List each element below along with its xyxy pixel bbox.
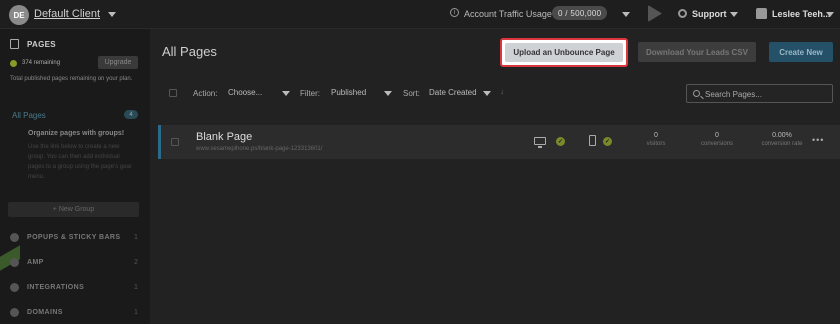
sort-select[interactable]: Date Created	[429, 88, 477, 97]
support-menu[interactable]: Support	[692, 9, 727, 19]
amp-icon	[10, 258, 19, 267]
page-title: All Pages	[162, 44, 217, 59]
sidebar-item-popups[interactable]: POPUPS & STICKY BARS 1	[0, 230, 150, 248]
pages-remaining-description: Total published pages remaining on your …	[10, 76, 133, 82]
sort-label: Sort:	[403, 89, 420, 98]
traffic-usage-badge: 0 / 500,000	[552, 6, 608, 20]
chevron-down-icon[interactable]	[108, 12, 116, 17]
check-icon: ✓	[603, 137, 612, 146]
upload-unbounce-page-button[interactable]: Upload an Unbounce Page	[505, 43, 623, 62]
table-row[interactable]: Blank Page www.sesameplhone.ps/blank-pag…	[158, 125, 840, 159]
check-icon: ✓	[556, 137, 565, 146]
sidebar-item-amp[interactable]: AMP 2	[0, 255, 150, 273]
action-label: Action:	[193, 89, 218, 98]
support-icon[interactable]	[678, 9, 687, 18]
conversions-stat: 0 conversions	[687, 132, 747, 147]
action-select[interactable]: Choose...	[228, 88, 262, 97]
page-url-link[interactable]: www.sesameplhone.ps/blank-page-123313601…	[196, 146, 322, 152]
chevron-down-icon[interactable]	[622, 12, 630, 17]
pages-icon	[10, 39, 19, 49]
domains-icon	[10, 308, 19, 317]
desktop-icon	[534, 137, 546, 148]
new-group-button[interactable]: + New Group	[8, 202, 139, 217]
chevron-down-icon[interactable]	[826, 12, 834, 17]
sidebar-item-count: 2	[134, 259, 138, 266]
all-pages-count-badge: 4	[124, 110, 138, 119]
filter-toolbar: Action: Choose... Filter: Published Sort…	[150, 81, 840, 103]
sidebar-item-label: POPUPS & STICKY BARS	[27, 234, 121, 241]
notifications-icon[interactable]	[648, 5, 662, 22]
sidebar-item-count: 1	[134, 284, 138, 291]
visitors-label: visitors	[646, 141, 666, 147]
integrations-icon	[10, 283, 19, 292]
search-input[interactable]	[705, 88, 825, 100]
popups-icon	[10, 233, 19, 242]
row-checkbox[interactable]	[171, 138, 179, 146]
chevron-down-icon[interactable]	[483, 91, 491, 96]
sidebar-item-count: 1	[134, 234, 138, 241]
conversions-label: conversions	[700, 141, 733, 147]
status-dot-icon	[10, 60, 17, 67]
conversion-rate-label: conversion rate	[761, 141, 803, 147]
user-icon[interactable]	[756, 8, 767, 19]
chevron-down-icon[interactable]	[384, 91, 392, 96]
organize-groups-description: Use the link below to create a new group…	[28, 144, 132, 180]
download-leads-button[interactable]: Download Your Leads CSV	[638, 42, 756, 62]
top-bar: DE Default Client i Account Traffic Usag…	[0, 0, 840, 29]
more-options-icon[interactable]: •••	[812, 135, 824, 145]
create-new-button[interactable]: Create New	[769, 42, 833, 62]
filter-label: Filter:	[300, 89, 320, 98]
conversion-rate-value: 0.00%	[772, 132, 792, 139]
select-all-checkbox[interactable]	[169, 89, 177, 97]
sidebar-item-all-pages[interactable]: All Pages	[12, 111, 46, 120]
organize-groups-title: Organize pages with groups!	[28, 130, 125, 137]
app-window: DE Default Client i Account Traffic Usag…	[0, 0, 840, 324]
chevron-down-icon[interactable]	[730, 12, 738, 17]
pages-remaining: 374 remaining	[22, 60, 61, 66]
page-name-link[interactable]: Blank Page	[196, 131, 252, 143]
upload-button-highlight: Upload an Unbounce Page	[500, 38, 628, 67]
search-icon	[693, 90, 700, 97]
user-menu[interactable]: Leslee Teeh...	[772, 9, 830, 19]
visitors-value: 0	[654, 132, 658, 139]
visitors-stat: 0 visitors	[626, 132, 686, 147]
sort-direction-icon[interactable]: ↓	[500, 87, 504, 96]
sidebar-item-domains[interactable]: DOMAINS 1	[0, 305, 150, 323]
upgrade-button[interactable]: Upgrade	[98, 56, 138, 69]
sidebar-item-integrations[interactable]: INTEGRATIONS 1	[0, 280, 150, 298]
traffic-usage-label: Account Traffic Usage	[464, 9, 552, 19]
sidebar-item-count: 1	[134, 309, 138, 316]
conversions-value: 0	[715, 132, 719, 139]
sidebar: PAGES 374 remaining Upgrade Total publis…	[0, 29, 150, 324]
sidebar-item-label: DOMAINS	[27, 309, 63, 316]
main-content: All Pages Upload an Unbounce Page Downlo…	[150, 29, 840, 324]
mobile-icon	[589, 135, 596, 146]
search-box	[686, 84, 833, 103]
conversion-rate-stat: 0.00% conversion rate	[751, 132, 813, 147]
chevron-down-icon[interactable]	[282, 91, 290, 96]
info-icon: i	[450, 8, 459, 17]
sidebar-item-label: AMP	[27, 259, 44, 266]
client-avatar[interactable]: DE	[9, 5, 29, 25]
sidebar-pages-title[interactable]: PAGES	[27, 40, 56, 49]
filter-select[interactable]: Published	[331, 88, 366, 97]
client-name-link[interactable]: Default Client	[34, 8, 100, 20]
sidebar-item-label: INTEGRATIONS	[27, 284, 85, 291]
